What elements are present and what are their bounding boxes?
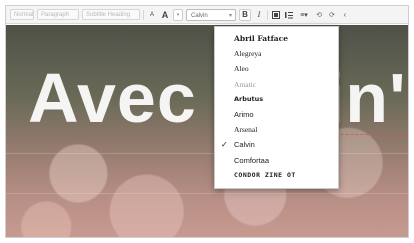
bold-button[interactable]: B <box>239 8 251 21</box>
style-slot-normal[interactable]: Normal <box>10 9 34 20</box>
font-option-label: Abril Fatface <box>234 34 288 43</box>
text-color-button[interactable]: ▾ <box>173 8 183 21</box>
chevron-down-icon: ▾ <box>228 12 232 19</box>
font-family-select[interactable]: Calvin ▾ <box>186 8 236 21</box>
style-slot-heading[interactable]: Subtitle Heading <box>82 9 140 20</box>
align-icon[interactable]: ≡▾ <box>297 9 311 21</box>
font-option-aleo[interactable]: Aleo <box>215 61 338 76</box>
editor-window: Normal Paragraph Subtitle Heading A A ▾ … <box>5 5 409 238</box>
style-slot-label: Paragraph <box>41 12 70 18</box>
font-family-dropdown: Abril Fatface Alegreya Aleo Amatic Arbut… <box>214 26 339 189</box>
font-option-condor-zine-ot[interactable]: CONDOR ZINE OT <box>215 168 338 183</box>
guide-line <box>6 193 408 194</box>
font-option-label: Alegreya <box>234 49 262 59</box>
chevron-left-icon[interactable]: ‹ <box>340 9 350 21</box>
list-icon[interactable] <box>284 9 294 21</box>
font-option-label: CONDOR ZINE OT <box>234 170 296 179</box>
font-option-abril-fatface[interactable]: Abril Fatface <box>215 31 338 46</box>
font-option-calvin[interactable]: ✓ Calvin <box>215 137 338 152</box>
checkmark-icon: ✓ <box>221 140 228 150</box>
font-option-label: Arimo <box>234 109 254 119</box>
font-option-label: Arbutus <box>234 94 264 103</box>
font-option-label: Calvin <box>234 140 255 150</box>
redo-icon[interactable]: ⟳ <box>327 9 337 21</box>
design-canvas[interactable]: Avec in' <box>6 25 408 237</box>
font-option-label: Comfortaa <box>234 155 270 165</box>
font-option-comfortaa[interactable]: Comfortaa <box>215 153 338 168</box>
font-option-label: Amatic <box>234 79 257 89</box>
style-slot-paragraph[interactable]: Paragraph <box>37 9 79 20</box>
image-icon[interactable] <box>271 9 281 21</box>
font-size-increase-button[interactable]: A <box>160 9 170 21</box>
italic-button[interactable]: I <box>254 9 264 21</box>
divider <box>143 9 144 20</box>
font-option-arimo[interactable]: Arimo <box>215 107 338 122</box>
font-size-decrease-button[interactable]: A <box>147 9 157 21</box>
font-family-value: Calvin <box>191 12 208 19</box>
style-slot-label: Subtitle Heading <box>86 12 131 18</box>
divider <box>267 9 268 20</box>
font-option-alegreya[interactable]: Alegreya <box>215 46 338 61</box>
style-slot-label: Normal <box>14 12 34 18</box>
undo-icon[interactable]: ⟲ <box>314 9 324 21</box>
font-option-arsenal[interactable]: Arsenal <box>215 122 338 137</box>
guide-line <box>6 153 408 154</box>
toolbar: Normal Paragraph Subtitle Heading A A ▾ … <box>6 6 408 24</box>
headline-part: Avec <box>28 59 197 137</box>
font-option-amatic[interactable]: Amatic <box>215 77 338 92</box>
font-option-label: Aleo <box>234 64 249 74</box>
font-option-arbutus[interactable]: Arbutus <box>215 92 338 107</box>
font-option-label: Arsenal <box>234 125 258 135</box>
